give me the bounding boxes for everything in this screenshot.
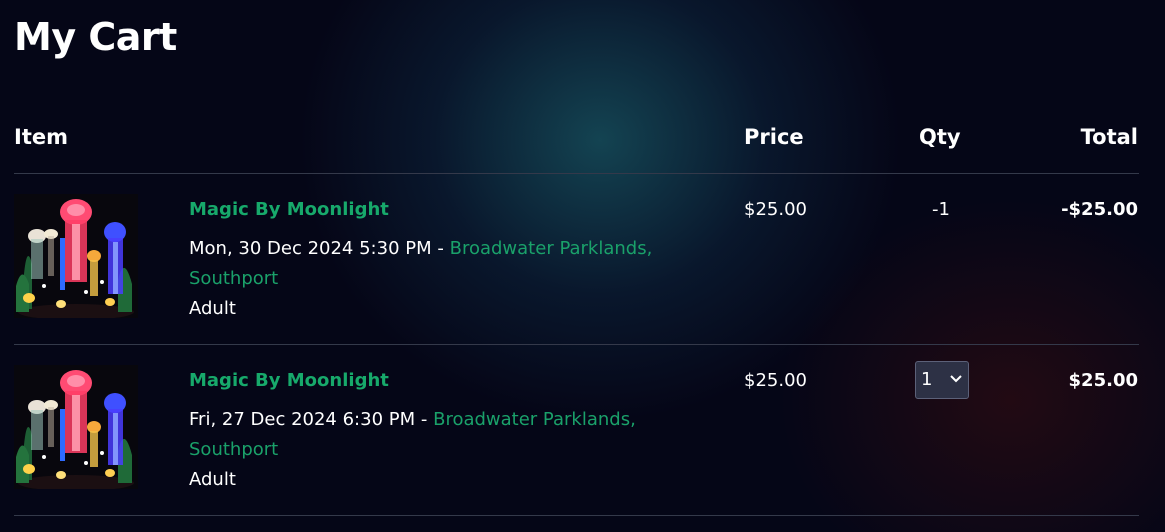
event-datetime: Fri, 27 Dec 2024 6:30 PM [189, 409, 416, 430]
item-qty: -1 [932, 199, 950, 220]
event-name-link[interactable]: Magic By Moonlight [189, 196, 389, 224]
qty-select[interactable]: 1 [915, 361, 969, 399]
lantern-jellyfish-icon [14, 365, 138, 489]
column-header-item: Item [14, 125, 68, 149]
details-separator: - [437, 238, 444, 259]
details-separator: - [420, 409, 428, 430]
column-header-total: Total [1080, 125, 1138, 149]
page-title: My Cart [14, 15, 177, 59]
item-price: $25.00 [744, 199, 807, 220]
cart-item-row: Magic By Moonlight Mon, 30 Dec 2024 5:30… [0, 174, 1165, 344]
row-divider [14, 515, 1139, 516]
chevron-down-icon [950, 375, 962, 383]
column-header-qty: Qty [919, 125, 961, 149]
event-name-link[interactable]: Magic By Moonlight [189, 367, 389, 395]
item-price: $25.00 [744, 370, 807, 391]
item-total: -$25.00 [1061, 199, 1138, 220]
event-details: Mon, 30 Dec 2024 5:30 PM - Broadwater Pa… [189, 234, 709, 324]
event-details: Fri, 27 Dec 2024 6:30 PM - Broadwater Pa… [189, 405, 709, 495]
event-datetime: Mon, 30 Dec 2024 5:30 PM [189, 238, 432, 259]
column-header-price: Price [744, 125, 804, 149]
qty-selected-value: 1 [921, 369, 933, 390]
item-total: $25.00 [1068, 370, 1138, 391]
event-thumbnail[interactable] [14, 365, 138, 489]
cart-item-row: Magic By Moonlight Fri, 27 Dec 2024 6:30… [0, 345, 1165, 515]
ticket-type: Adult [189, 298, 236, 319]
lantern-jellyfish-icon [14, 194, 138, 318]
event-thumbnail[interactable] [14, 194, 138, 318]
ticket-type: Adult [189, 469, 236, 490]
